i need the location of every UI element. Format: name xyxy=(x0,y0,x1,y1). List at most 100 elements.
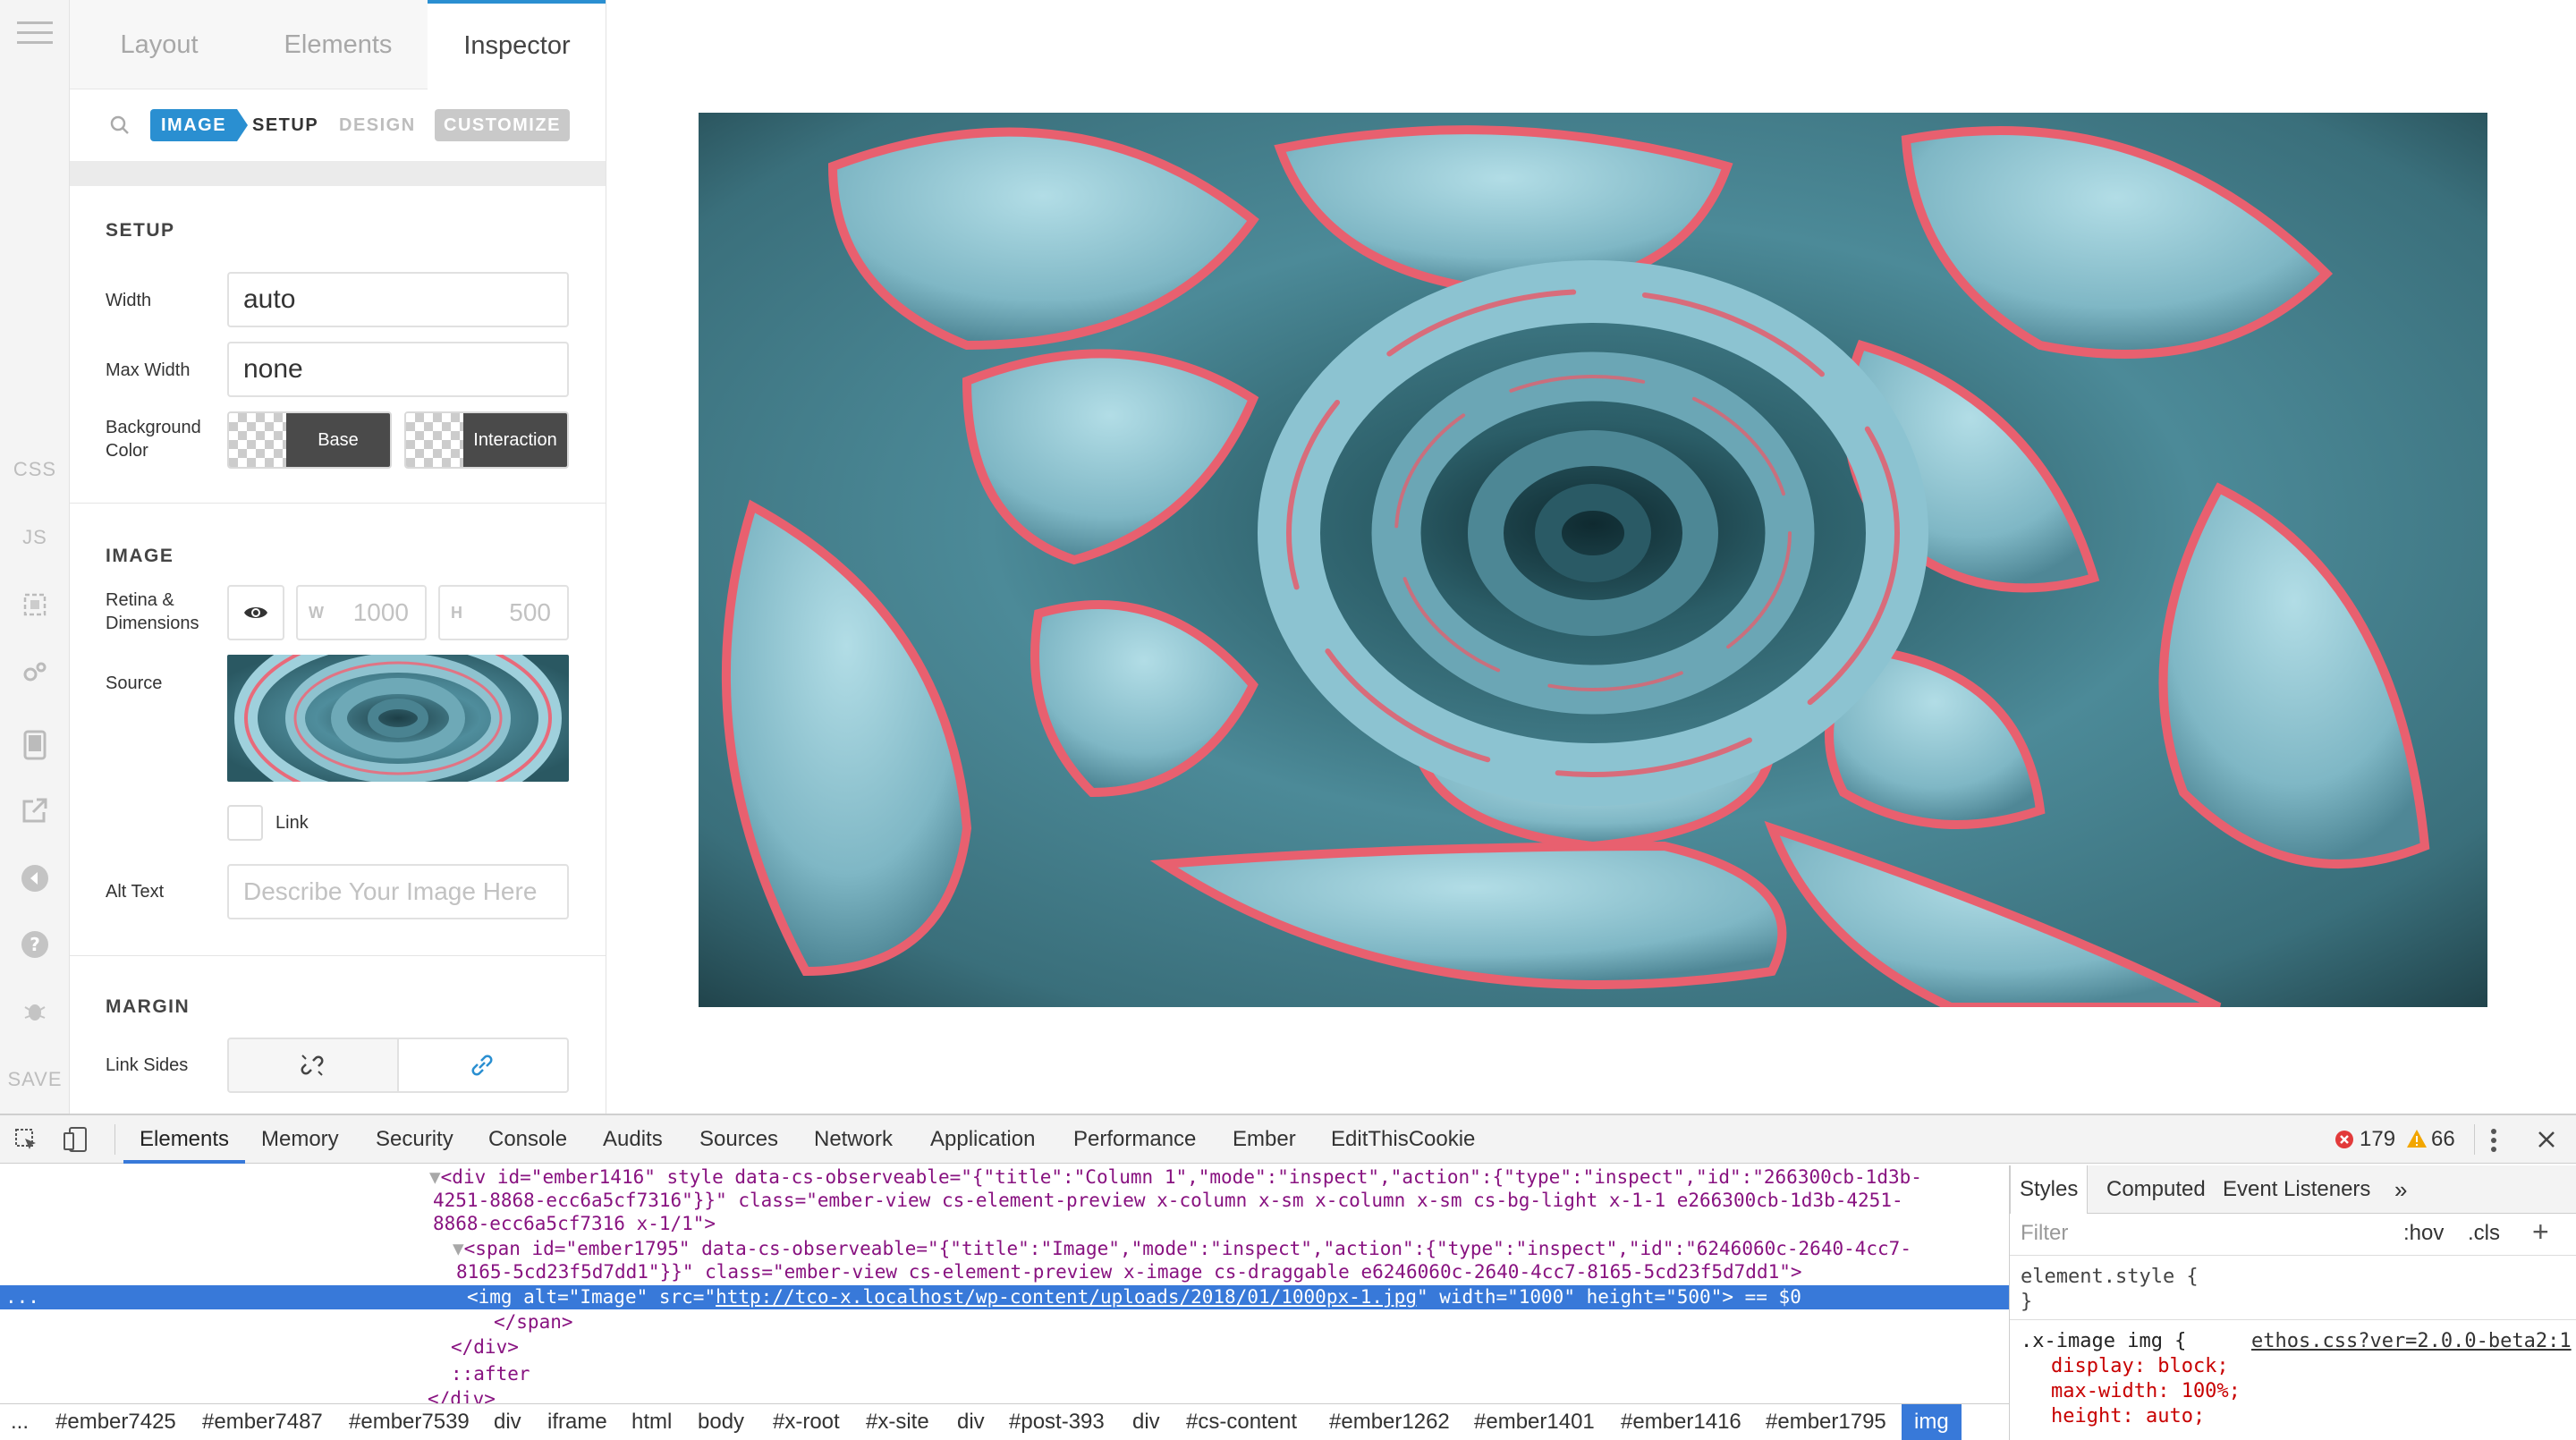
external-link-icon[interactable] xyxy=(0,796,70,825)
tab-layout[interactable]: Layout xyxy=(70,0,249,89)
breadcrumb-item[interactable]: div xyxy=(1132,1404,1160,1440)
source-label: Source xyxy=(106,673,163,693)
styles-filter-input[interactable]: Filter xyxy=(2021,1221,2068,1246)
more-tabs-icon[interactable]: » xyxy=(2394,1165,2407,1214)
styles-tab[interactable]: Styles xyxy=(2010,1165,2089,1214)
css-property[interactable]: display: block; xyxy=(2051,1355,2229,1377)
device-toolbar-icon[interactable] xyxy=(63,1126,88,1157)
computed-tab[interactable]: Computed xyxy=(2106,1165,2206,1214)
breadcrumb-item[interactable]: #ember1795 xyxy=(1766,1404,1886,1440)
devtools-tab-audits[interactable]: Audits xyxy=(603,1115,663,1164)
link-sides-button[interactable] xyxy=(397,1038,569,1093)
save-button[interactable]: SAVE xyxy=(0,1068,70,1091)
link-checkbox[interactable] xyxy=(227,805,263,841)
devtools-tab-console[interactable]: Console xyxy=(488,1115,567,1164)
devtools-tab-performance[interactable]: Performance xyxy=(1073,1115,1196,1164)
panel-divider xyxy=(70,161,606,186)
settings-icon[interactable] xyxy=(0,660,70,685)
height-dimension-input[interactable]: H 500 xyxy=(438,585,569,640)
alt-text-input[interactable]: Describe Your Image Here xyxy=(227,864,569,919)
devtools-tab-ember[interactable]: Ember xyxy=(1233,1115,1296,1164)
help-icon[interactable]: ? xyxy=(0,930,70,959)
breadcrumb-item[interactable]: #ember1416 xyxy=(1621,1404,1741,1440)
devtools-tab-security[interactable]: Security xyxy=(376,1115,453,1164)
subtab-setup[interactable]: SETUP xyxy=(252,109,318,141)
width-input[interactable]: auto xyxy=(227,272,569,327)
link-sides-label: Link Sides xyxy=(106,1055,189,1075)
stylesheet-source-link[interactable]: ethos.css?ver=2.0.0-beta2:1 xyxy=(2251,1330,2572,1352)
css-selector[interactable]: .x-image img { xyxy=(2021,1330,2186,1352)
new-style-rule-icon[interactable]: + xyxy=(2532,1216,2549,1249)
dom-node-span[interactable]: ▼<span id="ember1795" data-cs-observeabl… xyxy=(0,1237,2009,1261)
dom-tree: ▼<div id="ember1416" style data-cs-obser… xyxy=(0,1165,2009,1412)
search-icon[interactable] xyxy=(109,114,131,140)
eye-icon xyxy=(243,603,268,627)
hamburger-menu-icon[interactable] xyxy=(0,20,70,47)
max-width-label: Max Width xyxy=(106,360,191,380)
breadcrumb-image[interactable]: IMAGE xyxy=(150,109,249,141)
panel-tab-bar: Layout Elements Inspector xyxy=(70,0,606,89)
dom-node-close-span[interactable]: </span> xyxy=(0,1310,2009,1334)
base-color-button[interactable]: Base xyxy=(227,411,392,469)
devtools-tab-network[interactable]: Network xyxy=(814,1115,893,1164)
device-icon[interactable] xyxy=(0,730,70,760)
interaction-color-button[interactable]: Interaction xyxy=(404,411,569,469)
css-button[interactable]: CSS xyxy=(0,458,70,481)
devtools-tab-editthiscookie[interactable]: EditThisCookie xyxy=(1331,1115,1475,1164)
js-button[interactable]: JS xyxy=(0,526,70,549)
retina-toggle[interactable] xyxy=(227,585,284,640)
breadcrumb-item[interactable]: #ember7539 xyxy=(349,1404,470,1440)
breadcrumb-item[interactable]: #x-site xyxy=(866,1404,929,1440)
breadcrumb-item[interactable]: div xyxy=(494,1404,521,1440)
breadcrumb-item[interactable]: #x-root xyxy=(773,1404,840,1440)
more-options-icon[interactable] xyxy=(2488,1128,2499,1157)
frame-icon[interactable] xyxy=(0,592,70,617)
tab-elements[interactable]: Elements xyxy=(249,0,428,89)
breadcrumb-item[interactable]: body xyxy=(698,1404,744,1440)
close-devtools-icon[interactable] xyxy=(2537,1130,2556,1154)
preview-image[interactable] xyxy=(699,113,2487,1007)
max-width-input[interactable]: none xyxy=(227,342,569,397)
dom-node-div-continued: 4251-8868-ecc6a5cf7316"}}" class="ember-… xyxy=(433,1190,1903,1211)
devtools-tab-application[interactable]: Application xyxy=(930,1115,1035,1164)
breadcrumb-more[interactable]: ... xyxy=(11,1404,29,1440)
bug-icon[interactable] xyxy=(0,998,70,1023)
hover-state-toggle[interactable]: :hov xyxy=(2403,1221,2444,1246)
breadcrumb-item[interactable]: iframe xyxy=(547,1404,607,1440)
breadcrumb-item[interactable]: #ember1262 xyxy=(1329,1404,1450,1440)
error-count[interactable]: 179 xyxy=(2360,1115,2395,1164)
breadcrumb-item[interactable]: div xyxy=(957,1404,985,1440)
devtools-tab-sources[interactable]: Sources xyxy=(699,1115,778,1164)
dom-node-close-div[interactable]: </div> xyxy=(0,1335,2009,1360)
breadcrumb-item[interactable]: #ember7425 xyxy=(55,1404,176,1440)
dom-node-after[interactable]: ::after xyxy=(0,1362,2009,1386)
subtab-customize[interactable]: CUSTOMIZE xyxy=(435,109,570,141)
tab-inspector[interactable]: Inspector xyxy=(428,0,606,89)
dom-node-img-selected[interactable]: ... <img alt="Image" src="http://tco-x.lo… xyxy=(0,1285,2009,1309)
unlink-sides-button[interactable] xyxy=(227,1038,399,1093)
devtools-tab-elements[interactable]: Elements xyxy=(123,1115,246,1164)
css-property[interactable]: max-width: 100%; xyxy=(2051,1380,2241,1402)
back-icon[interactable] xyxy=(0,864,70,893)
width-dimension-input[interactable]: W 1000 xyxy=(296,585,427,640)
dom-node-span-continued: 8165-5cd23f5d7dd1"}}" class="ember-view … xyxy=(456,1261,1802,1283)
breadcrumb-item[interactable]: #ember7487 xyxy=(202,1404,323,1440)
breadcrumb-item-active[interactable]: img xyxy=(1902,1404,1962,1440)
inspector-panel: Layout Elements Inspector IMAGE SETUP DE… xyxy=(70,0,606,1114)
breadcrumb-item[interactable]: #post-393 xyxy=(1009,1404,1105,1440)
devtools-tab-memory[interactable]: Memory xyxy=(261,1115,339,1164)
class-toggle[interactable]: .cls xyxy=(2468,1221,2500,1246)
css-property[interactable]: height: auto; xyxy=(2051,1405,2205,1427)
styles-tab-bar: Styles Computed Event Listeners » xyxy=(2010,1165,2576,1214)
event-listeners-tab[interactable]: Event Listeners xyxy=(2223,1165,2370,1214)
breadcrumb-item[interactable]: #ember1401 xyxy=(1474,1404,1595,1440)
retina-dimensions-label: Retina & Dimensions xyxy=(106,590,199,633)
image-source-thumbnail[interactable] xyxy=(227,655,569,782)
breadcrumb-item[interactable]: html xyxy=(631,1404,672,1440)
dom-node-div[interactable]: ▼<div id="ember1416" style data-cs-obser… xyxy=(0,1165,2009,1190)
element-style-rule[interactable]: element.style { xyxy=(2021,1266,2199,1288)
inspect-element-icon[interactable] xyxy=(14,1128,39,1157)
subtab-design[interactable]: DESIGN xyxy=(339,109,416,141)
breadcrumb-item[interactable]: #cs-content xyxy=(1186,1404,1297,1440)
warning-count[interactable]: 66 xyxy=(2431,1115,2455,1164)
